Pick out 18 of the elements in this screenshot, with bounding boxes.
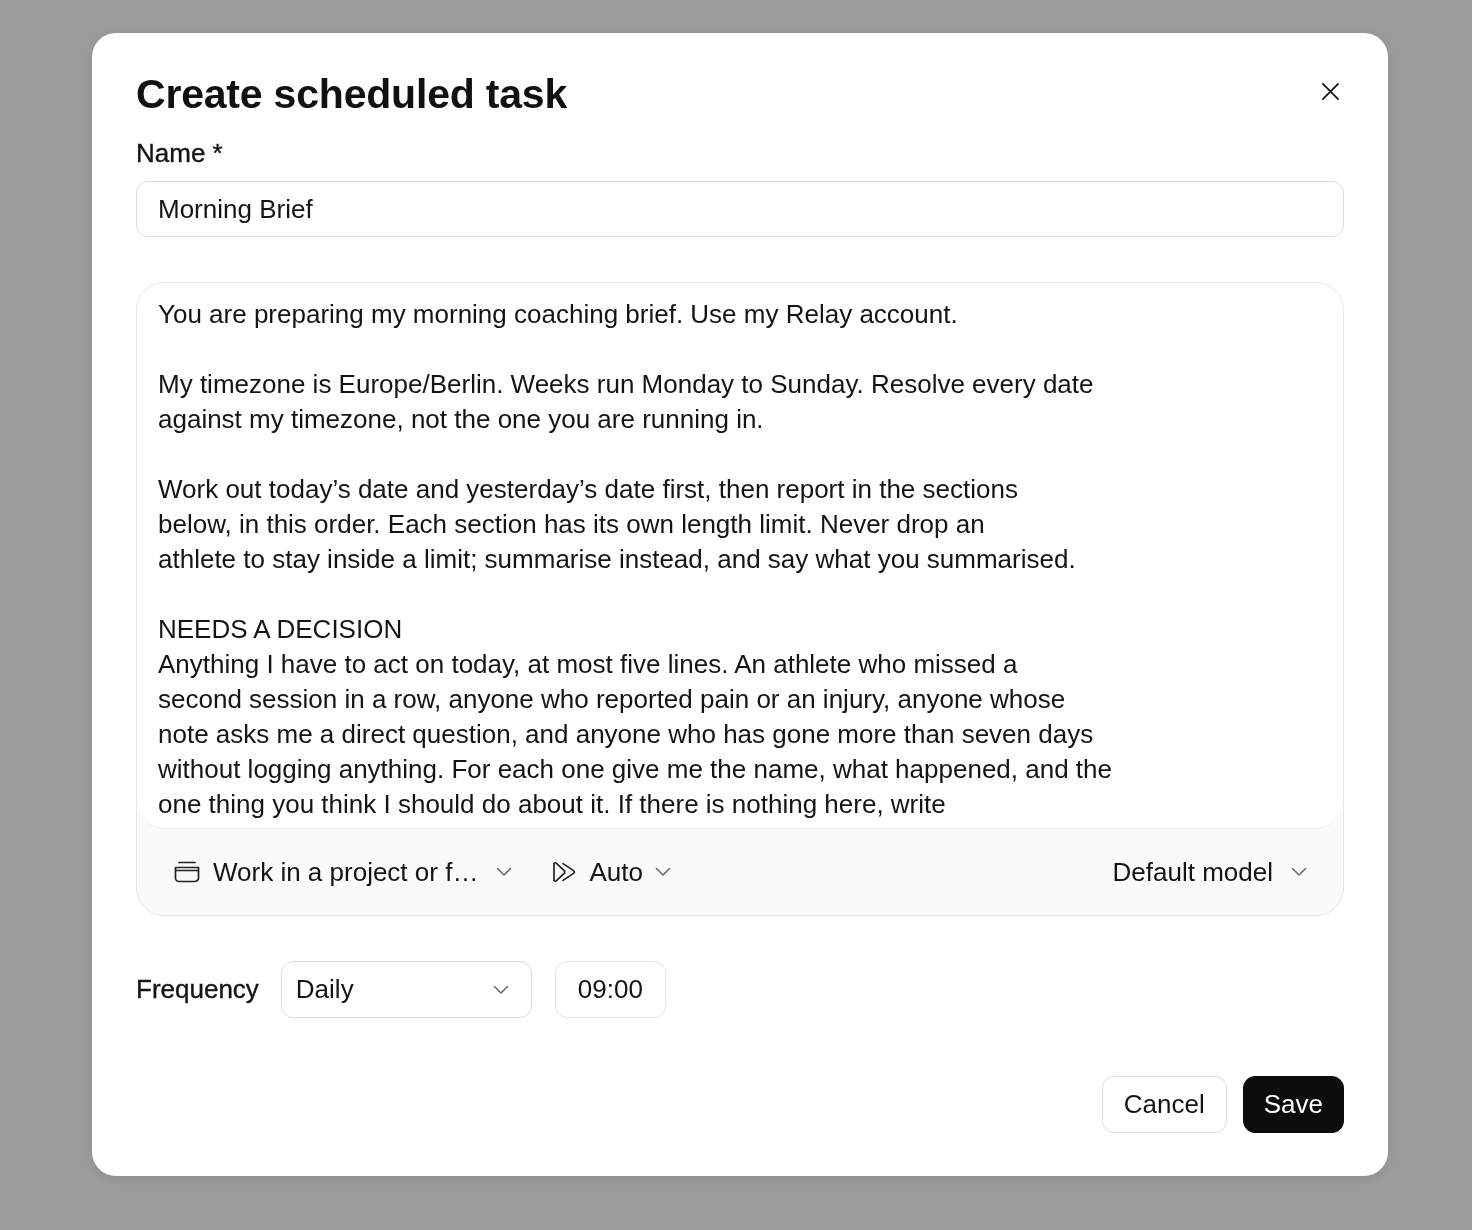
cancel-button[interactable]: Cancel xyxy=(1101,1076,1227,1133)
model-dropdown[interactable]: Default model xyxy=(1112,856,1307,888)
dialog-title: Create scheduled task xyxy=(136,70,568,118)
chevron-down-icon xyxy=(492,984,509,995)
frequency-select[interactable]: Daily xyxy=(280,961,532,1018)
time-field[interactable]: 09:00 xyxy=(554,961,666,1018)
chevron-down-icon xyxy=(1291,867,1307,877)
tray-icon xyxy=(174,861,200,883)
name-field[interactable]: Morning Brief xyxy=(136,181,1344,237)
frequency-label: Frequency xyxy=(136,974,259,1005)
folder-dropdown[interactable]: Work in a project or f… xyxy=(174,856,513,888)
close-icon xyxy=(1320,81,1340,101)
save-button[interactable]: Save xyxy=(1242,1076,1344,1133)
mode-dropdown[interactable]: Auto xyxy=(552,856,671,888)
chevron-down-icon xyxy=(496,867,513,877)
prompt-field[interactable]: You are preparing my morning coaching brief. Use my Relay account. My timezone is Europe/Berlin. Weeks run Monday to Sunday. Resolve every date against my timezone, not the one you are running in. Work out today’s date and yesterday’s date first, then report in the sections below, in this order. Each section has its own length limit. Never drop an athlete to stay inside a limit; summarise instead, and say what you summarised. NEEDS A DECISION Anything I have to act on today, at most five lines. An athlete who missed a second session in a row, anyone who reported pain or an injury, anyone whose note asks me a direct question, and anyone who has gone more than seven days without logging anything. For each one give me the name, what happened, and the one thing you think I should do about it. If there is nothing here, write xyxy=(137,283,1343,829)
chevron-down-icon xyxy=(654,867,671,877)
name-label: Name * xyxy=(136,138,223,168)
